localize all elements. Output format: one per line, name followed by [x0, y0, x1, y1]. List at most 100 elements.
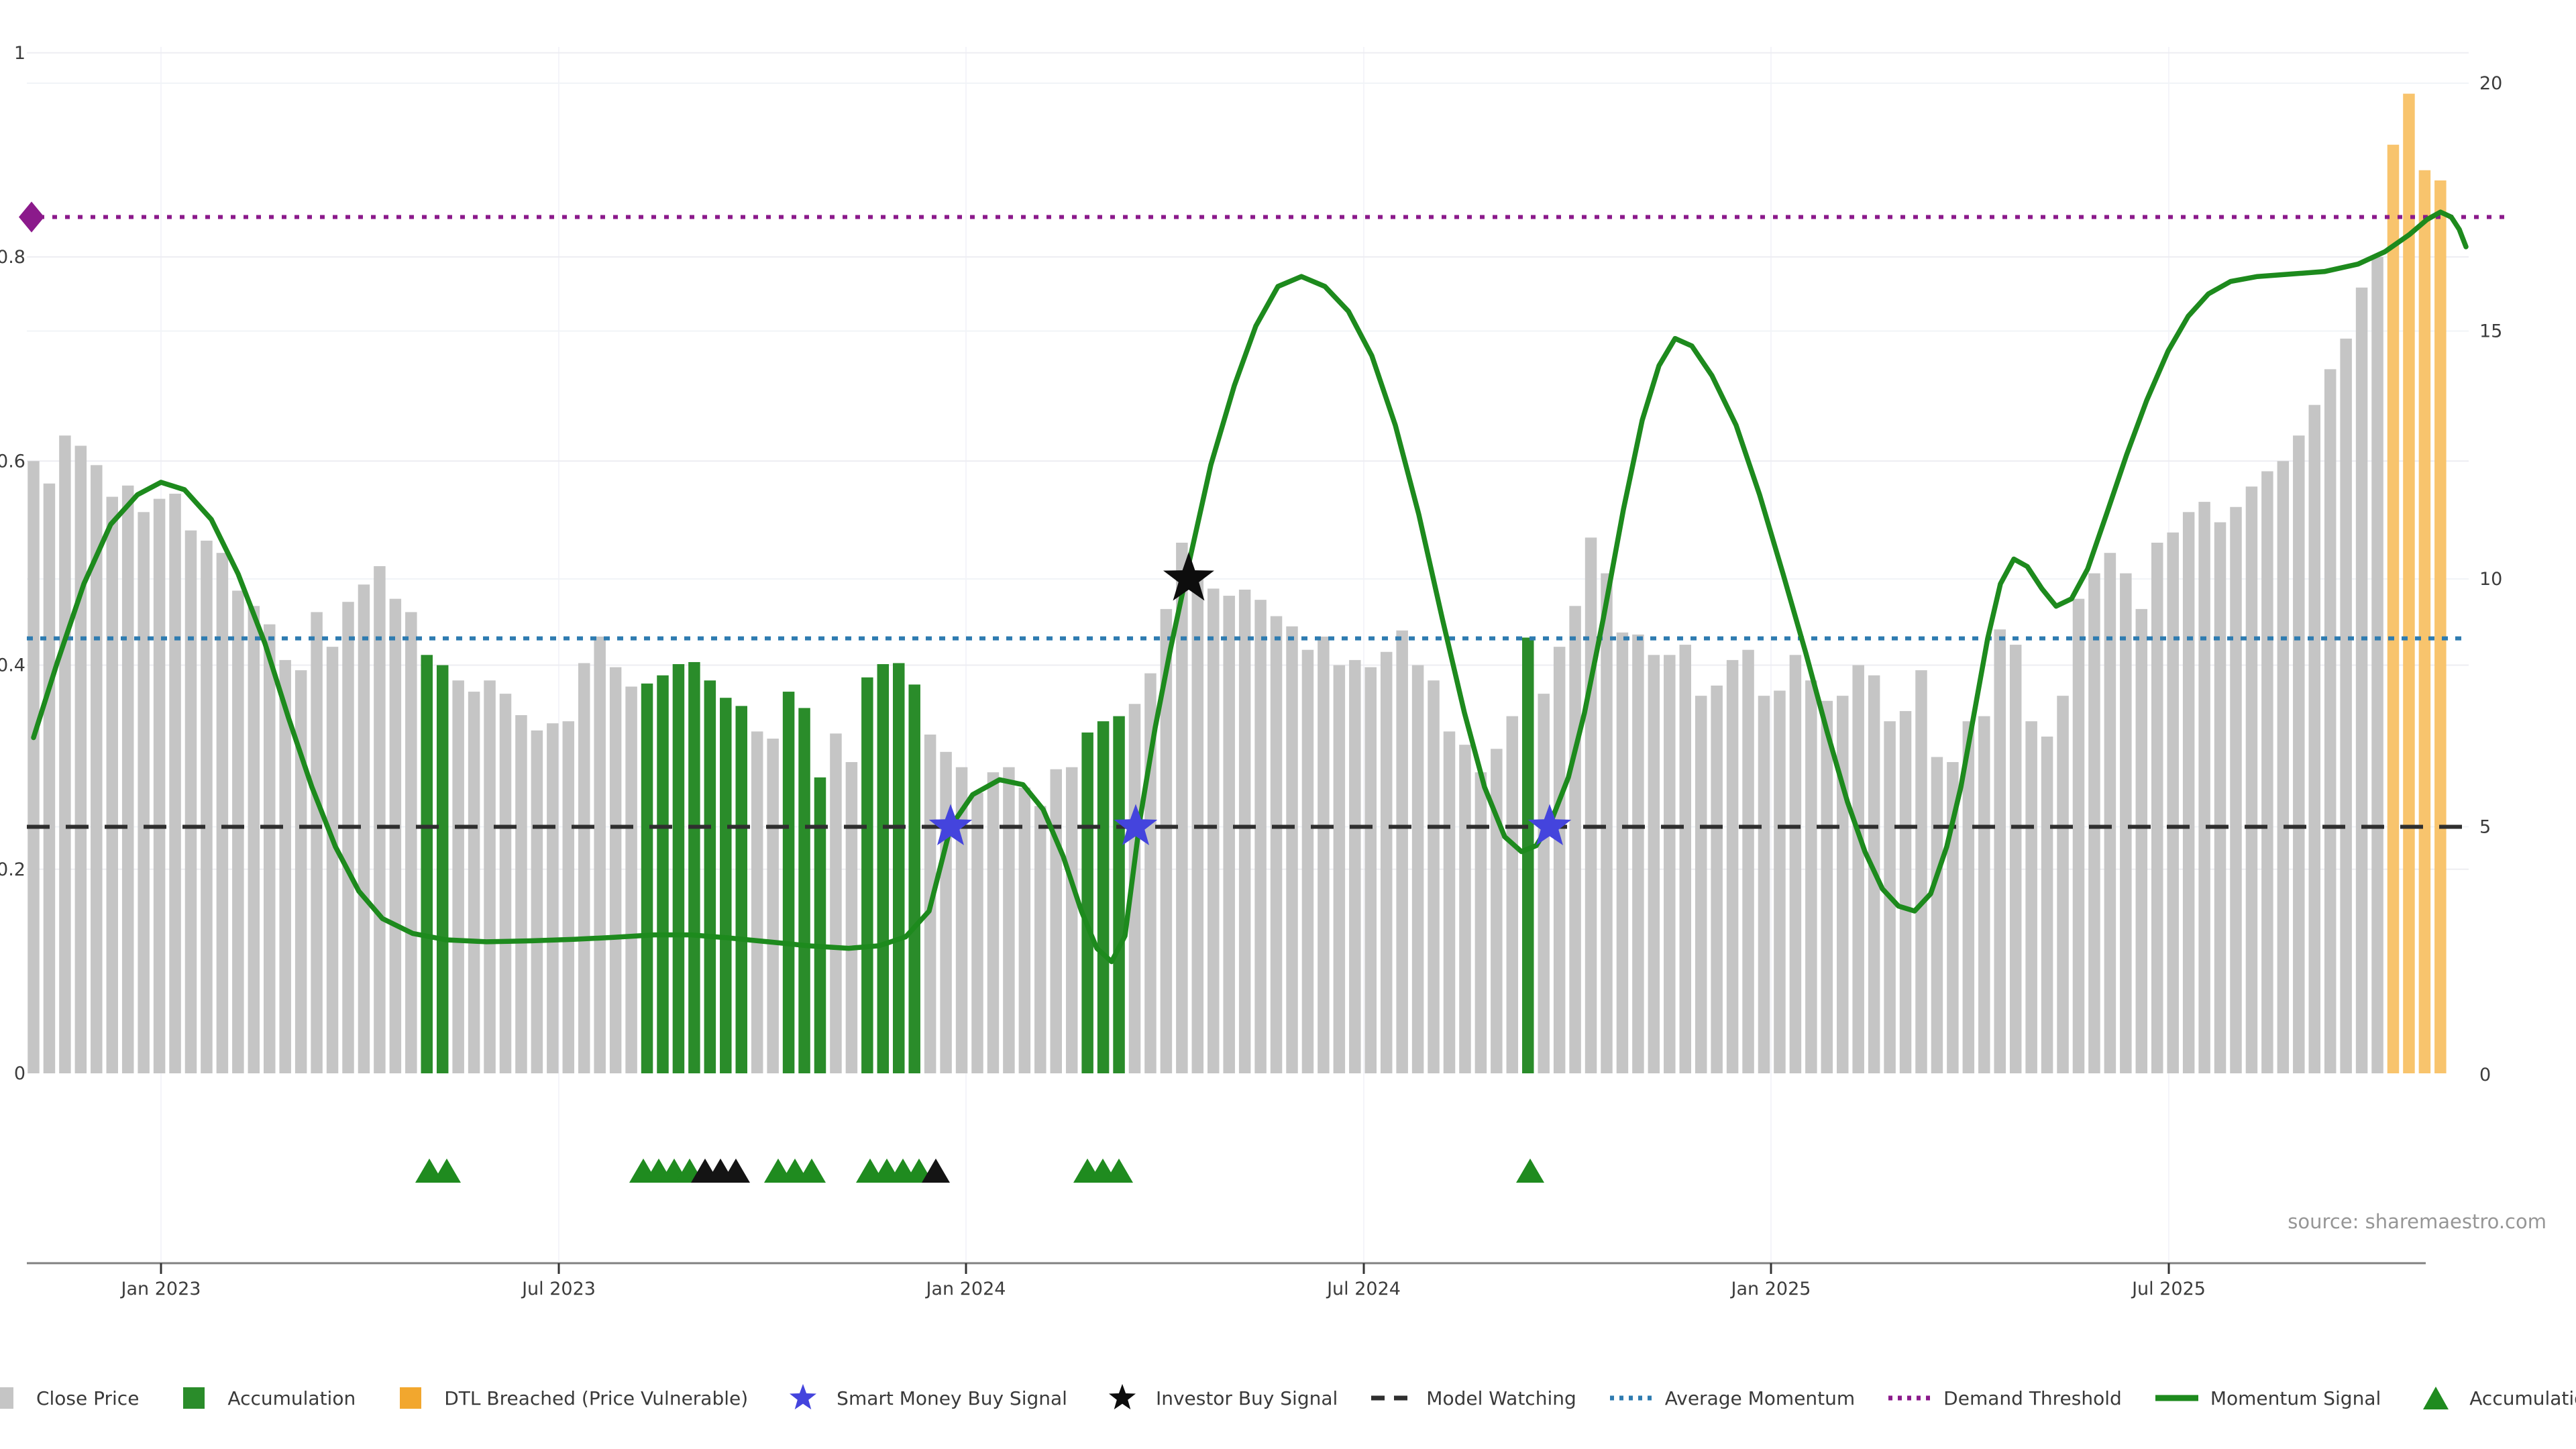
- bar-close-price: [390, 599, 402, 1073]
- bar-close-price: [1931, 757, 1943, 1073]
- bar-close-price: [1695, 696, 1707, 1073]
- bar-close-price: [2183, 512, 2195, 1073]
- bar-close-price: [1711, 686, 1723, 1073]
- bar-accumulation: [877, 664, 890, 1073]
- bar-close-price: [201, 541, 213, 1073]
- bar-close-price: [2041, 737, 2053, 1073]
- star-swatch-icon: [779, 1383, 827, 1413]
- bar-close-price: [75, 445, 87, 1073]
- price-bars: [28, 94, 2446, 1073]
- bar-close-price: [374, 566, 386, 1073]
- bar-close-price: [2261, 471, 2273, 1073]
- rect-swatch-icon: [0, 1383, 27, 1413]
- legend-label: Average Momentum: [1665, 1387, 1855, 1409]
- legend-item-demand-threshold[interactable]: Demand Threshold: [1886, 1383, 2122, 1413]
- bar-close-price: [563, 721, 575, 1073]
- bar-accumulation: [641, 684, 653, 1073]
- bar-close-price: [2120, 574, 2132, 1073]
- bar-close-price: [2073, 599, 2085, 1073]
- bar-dtl-breached: [2387, 145, 2400, 1073]
- price-momentum-chart: Jan 2023Jul 2023Jan 2024Jul 2024Jan 2025…: [0, 0, 2576, 1449]
- bar-close-price: [1003, 767, 1015, 1073]
- bar-close-price: [1774, 691, 1786, 1073]
- bar-close-price: [1680, 645, 1692, 1073]
- legend-item-smart-money-buy-signal[interactable]: Smart Money Buy Signal: [779, 1383, 1067, 1413]
- bar-close-price: [1412, 665, 1424, 1073]
- bar-accumulation: [688, 662, 700, 1073]
- star-swatch-icon: [1098, 1383, 1146, 1413]
- bar-close-price: [1208, 588, 1220, 1073]
- dashes-swatch-icon: [1368, 1383, 1417, 1413]
- legend-item-close-price[interactable]: Close Price: [0, 1383, 139, 1413]
- bar-close-price: [751, 731, 763, 1073]
- legend-item-investor-buy-signal[interactable]: Investor Buy Signal: [1098, 1383, 1338, 1413]
- bar-close-price: [327, 647, 339, 1073]
- bar-close-price: [1632, 635, 1644, 1073]
- bar-close-price: [1396, 631, 1408, 1073]
- legend-item-accumulation[interactable]: Accumulation: [2412, 1383, 2576, 1413]
- bar-close-price: [2230, 507, 2242, 1073]
- legend-item-momentum-signal[interactable]: Momentum Signal: [2153, 1383, 2381, 1413]
- bar-close-price: [1538, 694, 1550, 1073]
- bar-close-price: [971, 793, 983, 1073]
- y-left-label: 0.2: [0, 859, 25, 880]
- bar-accumulation: [1081, 733, 1093, 1073]
- bar-close-price: [2167, 533, 2179, 1073]
- bar-close-price: [2025, 721, 2037, 1073]
- bar-close-price: [1349, 660, 1361, 1073]
- legend-label: Accumulation: [227, 1387, 356, 1409]
- bar-accumulation: [783, 692, 795, 1073]
- bar-accumulation: [893, 663, 905, 1073]
- legend-label: Model Watching: [1426, 1387, 1576, 1409]
- demand-threshold-diamond: [19, 202, 44, 233]
- bar-close-price: [1727, 660, 1739, 1073]
- bar-close-price: [107, 497, 119, 1073]
- bar-close-price: [1302, 650, 1314, 1073]
- legend-item-average-momentum[interactable]: Average Momentum: [1607, 1383, 1855, 1413]
- x-axis-label: Jul 2025: [2131, 1279, 2206, 1299]
- bar-close-price: [547, 723, 559, 1073]
- bar-close-price: [2136, 609, 2148, 1073]
- legend-label: DTL Breached (Price Vulnerable): [444, 1387, 748, 1409]
- x-axis-label: Jul 2023: [521, 1279, 596, 1299]
- bar-close-price: [2293, 435, 2305, 1073]
- bar-close-price: [1051, 769, 1063, 1073]
- bar-close-price: [594, 637, 606, 1073]
- bar-close-price: [846, 762, 858, 1073]
- bar-close-price: [1617, 633, 1629, 1073]
- x-axis-label: Jul 2024: [1326, 1279, 1401, 1299]
- bar-close-price: [468, 692, 480, 1073]
- legend-item-model-watching[interactable]: Model Watching: [1368, 1383, 1576, 1413]
- legend-item-dtl-breached-price-vulnerable-[interactable]: DTL Breached (Price Vulnerable): [386, 1383, 748, 1413]
- bar-close-price: [342, 602, 354, 1073]
- bar-close-price: [1852, 665, 1864, 1073]
- bar-close-price: [987, 772, 1000, 1073]
- legend-item-accumulation[interactable]: Accumulation: [170, 1383, 356, 1413]
- bar-close-price: [2151, 543, 2163, 1073]
- bar-close-price: [1286, 627, 1298, 1073]
- y-right-label: 5: [2479, 817, 2491, 838]
- bar-close-price: [295, 670, 307, 1073]
- y-left-label: 0.6: [0, 451, 25, 472]
- bar-close-price: [1223, 596, 1235, 1073]
- bar-close-price: [1034, 806, 1046, 1073]
- rect-swatch-icon: [386, 1383, 435, 1413]
- bar-close-price: [217, 553, 229, 1073]
- bar-close-price: [1900, 711, 1912, 1073]
- bar-close-price: [578, 663, 590, 1073]
- bar-close-price: [2088, 574, 2100, 1073]
- bar-close-price: [1192, 574, 1204, 1073]
- bar-close-price: [1318, 637, 1330, 1073]
- investor-buy-star: [1163, 552, 1214, 600]
- bar-close-price: [830, 733, 842, 1073]
- bar-close-price: [1459, 745, 1471, 1073]
- bar-close-price: [264, 625, 276, 1073]
- bar-close-price: [1491, 749, 1503, 1073]
- bar-close-price: [2324, 369, 2337, 1073]
- bar-close-price: [1019, 788, 1031, 1073]
- legend-label: Demand Threshold: [1943, 1387, 2122, 1409]
- bar-accumulation: [437, 665, 449, 1073]
- legend-star: [1109, 1384, 1136, 1409]
- rect-swatch-icon: [170, 1383, 218, 1413]
- bar-accumulation: [1097, 721, 1110, 1073]
